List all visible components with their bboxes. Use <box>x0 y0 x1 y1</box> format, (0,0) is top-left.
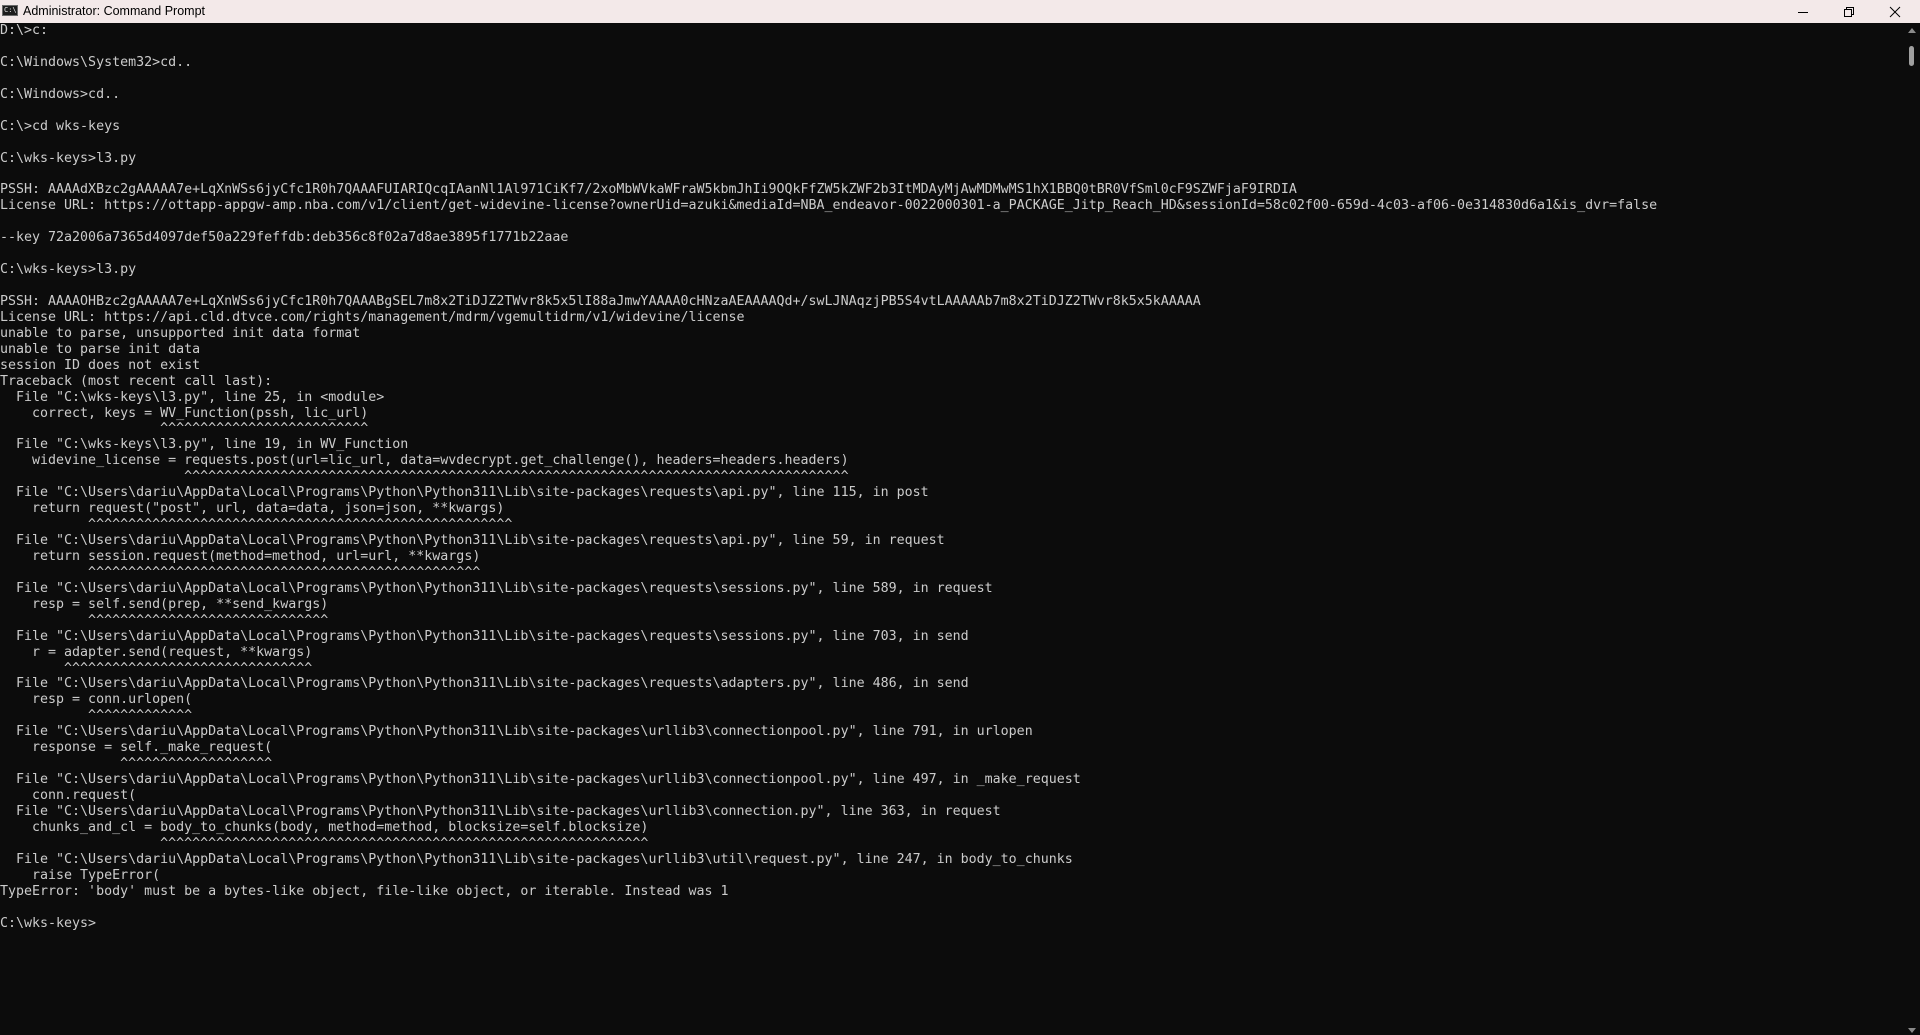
terminal-line: raise TypeError( <box>0 867 161 883</box>
terminal-line: File "C:\Users\dariu\AppData\Local\Progr… <box>0 628 969 644</box>
restore-icon <box>1844 6 1854 17</box>
terminal-line: widevine_license = requests.post(url=lic… <box>0 453 849 469</box>
title-bar[interactable]: C:\ Administrator: Command Prompt <box>0 0 1920 23</box>
close-button[interactable] <box>1872 0 1918 23</box>
minimize-button[interactable] <box>1780 0 1826 23</box>
terminal-line: conn.request( <box>0 788 137 803</box>
terminal-line: File "C:\Users\dariu\AppData\Local\Progr… <box>0 580 993 596</box>
terminal-line: unable to parse init data <box>0 341 201 357</box>
terminal-line: C:\Windows>cd.. <box>0 86 121 102</box>
terminal-line: ^^^^^^^^^^^^^^^^^^^^^^^^^^^^^^^ <box>0 660 313 676</box>
terminal-line: C:\wks-keys> <box>0 915 97 931</box>
terminal-line: correct, keys = WV_Function(pssh, lic_ur… <box>0 405 369 421</box>
terminal-line: return session.request(method=method, ur… <box>0 548 481 564</box>
terminal-line: resp = self.send(prep, **send_kwargs) <box>0 596 329 612</box>
terminal-line: File "C:\wks-keys\l3.py", line 25, in <m… <box>0 389 385 405</box>
terminal-line: D:\>c: <box>0 23 49 38</box>
terminal-line: License URL: https://api.cld.dtvce.com/r… <box>0 309 745 325</box>
terminal-line: License URL: https://ottapp-appgw-amp.nb… <box>0 198 1658 214</box>
terminal-line: ^^^^^^^^^^^^^^^^^^^^^^^^^^^^^^^^^^^^^^^^… <box>0 835 649 851</box>
terminal-line: File "C:\wks-keys\l3.py", line 19, in WV… <box>0 437 409 453</box>
vertical-scrollbar[interactable] <box>1904 23 1920 1035</box>
terminal-line: unable to parse, unsupported init data f… <box>0 325 361 341</box>
terminal-line: return request("post", url, data=data, j… <box>0 501 505 517</box>
terminal-line: C:\Windows\System32>cd.. <box>0 54 193 70</box>
maximize-button[interactable] <box>1826 0 1872 23</box>
terminal-line: ^^^^^^^^^^^^^^^^^^^^^^^^^^^^^^ <box>0 612 329 628</box>
terminal-line: File "C:\Users\dariu\AppData\Local\Progr… <box>0 772 1081 788</box>
terminal-line: resp = conn.urlopen( <box>0 692 193 708</box>
terminal-line: File "C:\Users\dariu\AppData\Local\Progr… <box>0 724 1033 740</box>
terminal-line: File "C:\Users\dariu\AppData\Local\Progr… <box>0 851 1073 867</box>
terminal-line: ^^^^^^^^^^^^^^^^^^^^^^^^^^^^^^^^^^^^^^^^… <box>0 564 481 580</box>
terminal-line: TypeError: 'body' must be a bytes-like o… <box>0 883 729 899</box>
terminal-line: ^^^^^^^^^^^^^^^^^^^ <box>0 756 273 772</box>
terminal-line: File "C:\Users\dariu\AppData\Local\Progr… <box>0 803 1001 819</box>
terminal-line: C:\>cd wks-keys <box>0 118 121 134</box>
terminal-line: C:\wks-keys>l3.py <box>0 262 137 278</box>
terminal-line: r = adapter.send(request, **kwargs) <box>0 644 313 660</box>
terminal-line: chunks_and_cl = body_to_chunks(body, met… <box>0 819 649 835</box>
window-title: Administrator: Command Prompt <box>23 4 206 18</box>
terminal-line: ^^^^^^^^^^^^^^^^^^^^^^^^^^^^^^^^^^^^^^^^… <box>0 469 849 485</box>
terminal-line: ^^^^^^^^^^^^^^^^^^^^^^^^^^ <box>0 421 369 437</box>
terminal-line: File "C:\Users\dariu\AppData\Local\Progr… <box>0 533 945 548</box>
terminal-line: --key 72a2006a7365d4097def50a229feffdb:d… <box>0 230 569 246</box>
terminal-line: Traceback (most recent call last): <box>0 373 273 389</box>
scrollbar-thumb[interactable] <box>1909 46 1914 66</box>
terminal-line: File "C:\Users\dariu\AppData\Local\Progr… <box>0 485 929 501</box>
terminal-line: response = self._make_request( <box>0 740 273 756</box>
terminal-line: session ID does not exist <box>0 357 201 373</box>
terminal-line: File "C:\Users\dariu\AppData\Local\Progr… <box>0 676 969 692</box>
terminal-line: C:\wks-keys>l3.py <box>0 150 137 166</box>
minimize-icon <box>1798 11 1808 13</box>
cmd-app-icon: C:\ <box>2 5 18 16</box>
terminal-output[interactable]: D:\>c: C:\Windows\System32>cd.. C:\Windows… <box>0 23 1904 1035</box>
scroll-up-arrow-icon[interactable] <box>1908 28 1916 33</box>
terminal-lines: D:\>c: C:\Windows\System32>cd.. C:\Windows… <box>0 23 1904 931</box>
terminal-line: ^^^^^^^^^^^^^^^^^^^^^^^^^^^^^^^^^^^^^^^^… <box>0 517 513 533</box>
terminal-line: PSSH: AAAAdXBzc2gAAAAA7e+LqXnWSs6jyCfc1R… <box>0 182 1297 198</box>
terminal-line: ^^^^^^^^^^^^^ <box>0 708 193 724</box>
scroll-down-arrow-icon[interactable] <box>1908 1028 1916 1033</box>
close-icon <box>1889 6 1901 17</box>
terminal-line: PSSH: AAAAOHBzc2gAAAAA7e+LqXnWSs6jyCfc1R… <box>0 293 1201 309</box>
